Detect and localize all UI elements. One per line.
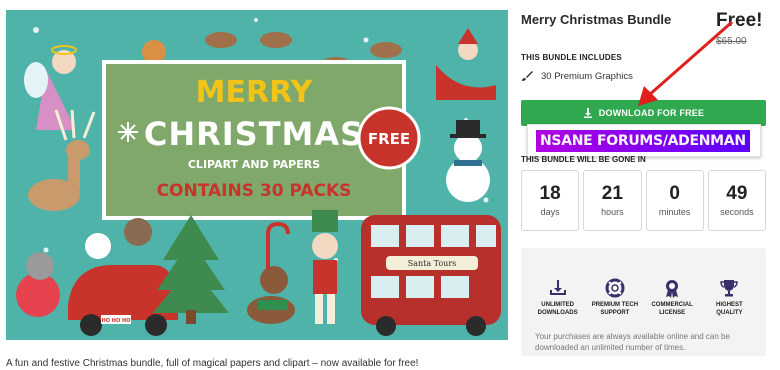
download-button-label: DOWNLOAD FOR FREE [598, 108, 705, 118]
bundle-title: Merry Christmas Bundle [521, 12, 672, 27]
product-caption: A fun and festive Christmas bundle, full… [6, 358, 419, 369]
countdown-hours: 21 hours [583, 170, 642, 231]
countdown-value: 0 [669, 182, 680, 204]
countdown-minutes: 0 minutes [645, 170, 704, 231]
countdown-value: 21 [601, 182, 623, 204]
feature-unlimited-downloads: UNLIMITED DOWNLOADS [531, 278, 585, 317]
download-for-free-button[interactable]: DOWNLOAD FOR FREE [521, 100, 766, 126]
artwork-title-line1: MERRY [196, 75, 314, 110]
countdown-label: THIS BUNDLE WILL BE GONE IN [521, 155, 646, 164]
download-icon [583, 108, 592, 118]
page: MERRY CHRISTMAS CLIPART AND PAPERS CONTA… [0, 0, 780, 370]
free-badge-text: FREE [368, 130, 410, 148]
countdown-unit: minutes [658, 207, 691, 218]
countdown-value: 49 [726, 182, 748, 204]
paintbrush-icon [522, 71, 533, 81]
features-note: Your purchases are always available onli… [535, 332, 730, 352]
car-plate-text: HO HO HO [102, 318, 131, 324]
feature-label: HIGHEST QUALITY [716, 302, 743, 316]
countdown-unit: seconds [720, 207, 754, 218]
license-badge-icon [666, 280, 679, 298]
countdown-days: 18 days [521, 170, 580, 231]
watermark-text: NSANE FORUMS/ADENMAN [536, 129, 750, 152]
christmas-artwork: MERRY CHRISTMAS CLIPART AND PAPERS CONTA… [6, 10, 508, 340]
feature-premium-support: PREMIUM TECH SUPPORT [588, 278, 642, 317]
lifebuoy-icon [605, 278, 625, 298]
price-original: $65.00 [716, 36, 747, 47]
countdown-seconds: 49 seconds [707, 170, 766, 231]
countdown-unit: hours [601, 207, 624, 218]
includes-label: THIS BUNDLE INCLUDES [521, 53, 622, 62]
artwork-title-line3: CLIPART AND PAPERS [188, 158, 320, 171]
bus-sign-text: Santa Tours [408, 259, 457, 268]
countdown-unit: days [540, 207, 560, 218]
includes-item: 30 Premium Graphics [521, 70, 633, 82]
download-tray-icon [549, 280, 566, 295]
includes-item-label: 30 Premium Graphics [541, 70, 633, 82]
countdown-value: 18 [539, 182, 561, 204]
feature-label: COMMERCIAL LICENSE [651, 302, 693, 316]
bus-illustration: Santa Tours [361, 215, 501, 336]
snowflake-icon [118, 122, 138, 142]
feature-commercial-license: COMMERCIAL LICENSE [645, 278, 699, 317]
artwork-title-line4: CONTAINS 30 PACKS [157, 181, 352, 201]
feature-label: PREMIUM TECH SUPPORT [591, 302, 639, 316]
trophy-icon [720, 280, 739, 297]
artwork-title-line2: CHRISTMAS [144, 115, 364, 153]
price-free: Free! [716, 10, 763, 31]
feature-label: UNLIMITED DOWNLOADS [537, 302, 578, 316]
watermark-overlay: NSANE FORUMS/ADENMAN [527, 124, 761, 157]
product-image[interactable]: MERRY CHRISTMAS CLIPART AND PAPERS CONTA… [6, 10, 508, 340]
features-panel: UNLIMITEDDOWNLOADS PREMIUM TECHSUPPORT [521, 248, 766, 356]
features-row: UNLIMITEDDOWNLOADS PREMIUM TECHSUPPORT [521, 278, 766, 317]
countdown-timer: 18 days 21 hours 0 minutes 49 seconds [521, 170, 766, 231]
feature-highest-quality: HIGHEST QUALITY [702, 278, 756, 317]
